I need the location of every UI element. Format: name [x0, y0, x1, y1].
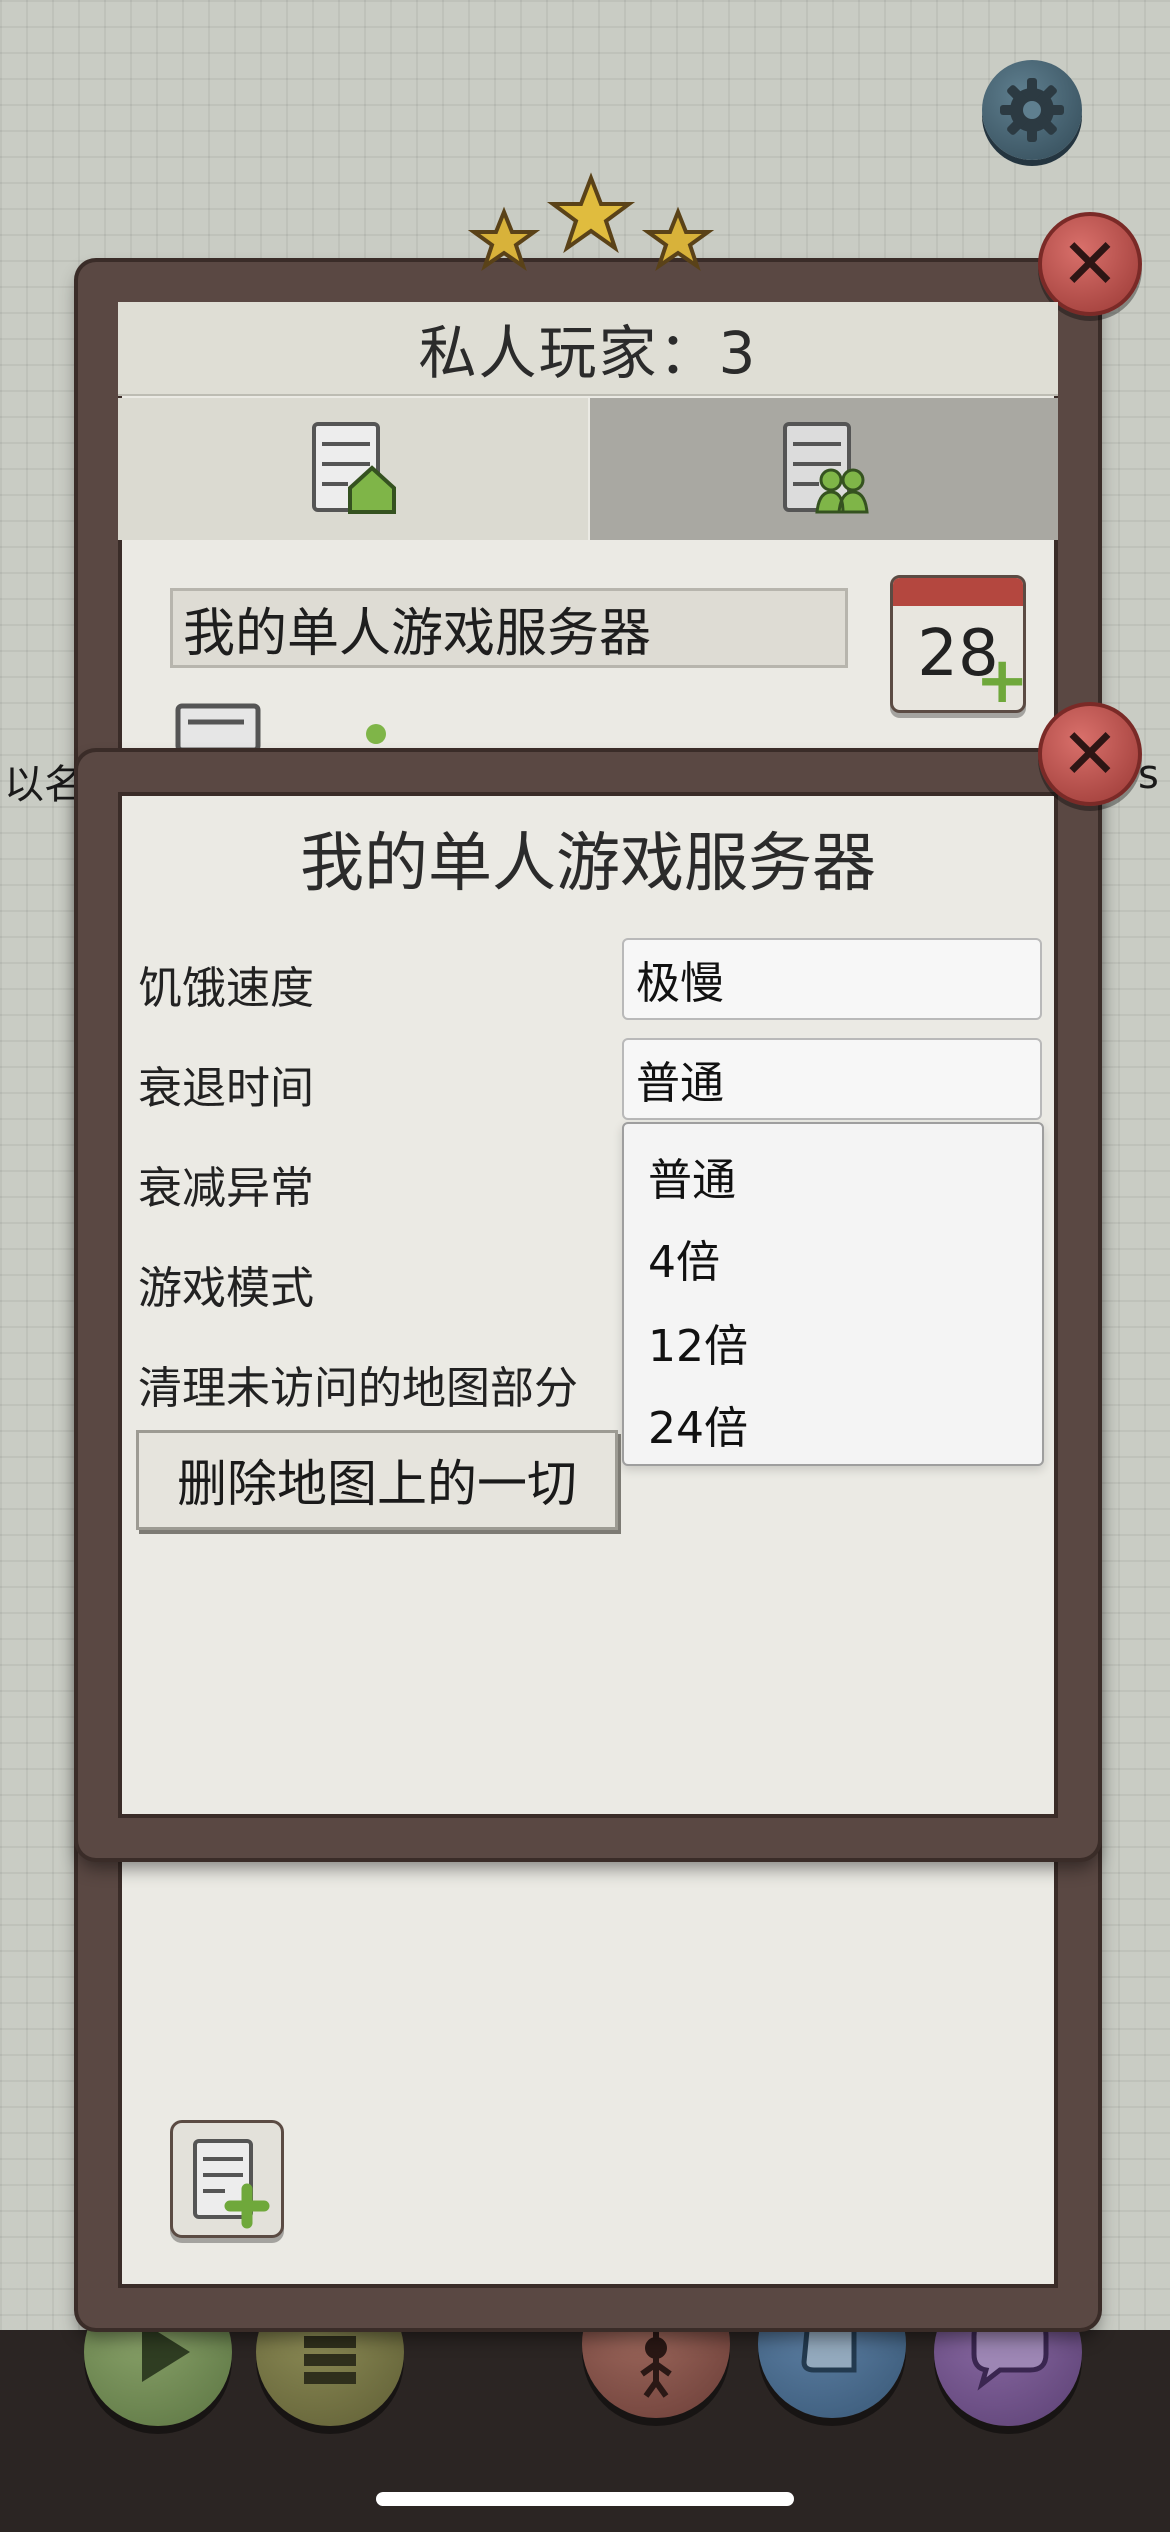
server-home-icon — [312, 422, 396, 514]
server-group-icon — [783, 422, 869, 514]
tab-friend-servers[interactable] — [590, 398, 1058, 540]
server-name-text: 我的单人游戏服务器 — [183, 603, 652, 664]
delete-everything-label: 删除地图上的一切 — [177, 1455, 577, 1513]
star-icon — [467, 206, 541, 272]
close-icon: ✕ — [1060, 713, 1120, 795]
hunger-speed-select[interactable]: 极慢 — [622, 938, 1042, 1020]
server-name-field[interactable]: 我的单人游戏服务器 — [170, 588, 848, 668]
dropdown-option[interactable]: 12倍 — [648, 1310, 748, 1374]
calendar-icon-top — [893, 578, 1023, 606]
dialog-title: 我的单人游戏服务器 — [300, 827, 876, 901]
settings-button[interactable] — [982, 60, 1082, 160]
calendar-add-button[interactable]: 28 + — [890, 575, 1026, 713]
panel-title: 私人玩家：3 — [418, 319, 758, 387]
star-icon — [546, 172, 636, 254]
game-mode-label: 游戏模式 — [138, 1263, 314, 1314]
background-text-left: 以名 — [4, 762, 84, 808]
delete-everything-button[interactable]: 删除地图上的一切 — [136, 1430, 618, 1530]
panel-title-bar: 私人玩家：3 — [118, 302, 1058, 396]
decay-time-dropdown: 普通 4倍 12倍 24倍 — [622, 1122, 1044, 1466]
close-icon: ✕ — [1060, 223, 1120, 305]
dropdown-option[interactable]: 24倍 — [648, 1392, 748, 1456]
dropdown-option[interactable]: 普通 — [648, 1144, 736, 1208]
dialog-close-button[interactable]: ✕ — [1038, 702, 1142, 806]
close-button[interactable]: ✕ — [1038, 212, 1142, 316]
dropdown-option[interactable]: 4倍 — [648, 1226, 720, 1290]
decay-time-select[interactable]: 普通 — [622, 1038, 1042, 1120]
decay-time-value: 普通 — [636, 1058, 724, 1109]
home-indicator[interactable] — [376, 2492, 794, 2506]
clear-unvisited-map-label: 清理未访问的地图部分 — [138, 1363, 578, 1414]
star-icon — [641, 206, 715, 272]
add-icon: + — [975, 644, 1026, 713]
decay-time-label: 衰退时间 — [138, 1063, 314, 1114]
star-rating — [467, 172, 715, 272]
player-icon — [366, 724, 386, 744]
hunger-speed-value: 极慢 — [636, 958, 724, 1009]
hunger-speed-label: 饥饿速度 — [138, 963, 314, 1014]
server-icon — [175, 703, 261, 750]
decay-anomaly-label: 衰减异常 — [138, 1163, 314, 1214]
add-server-button[interactable] — [170, 2120, 284, 2238]
gear-icon — [1000, 78, 1064, 142]
tab-local-servers[interactable] — [118, 398, 588, 540]
server-add-icon — [193, 2139, 270, 2229]
